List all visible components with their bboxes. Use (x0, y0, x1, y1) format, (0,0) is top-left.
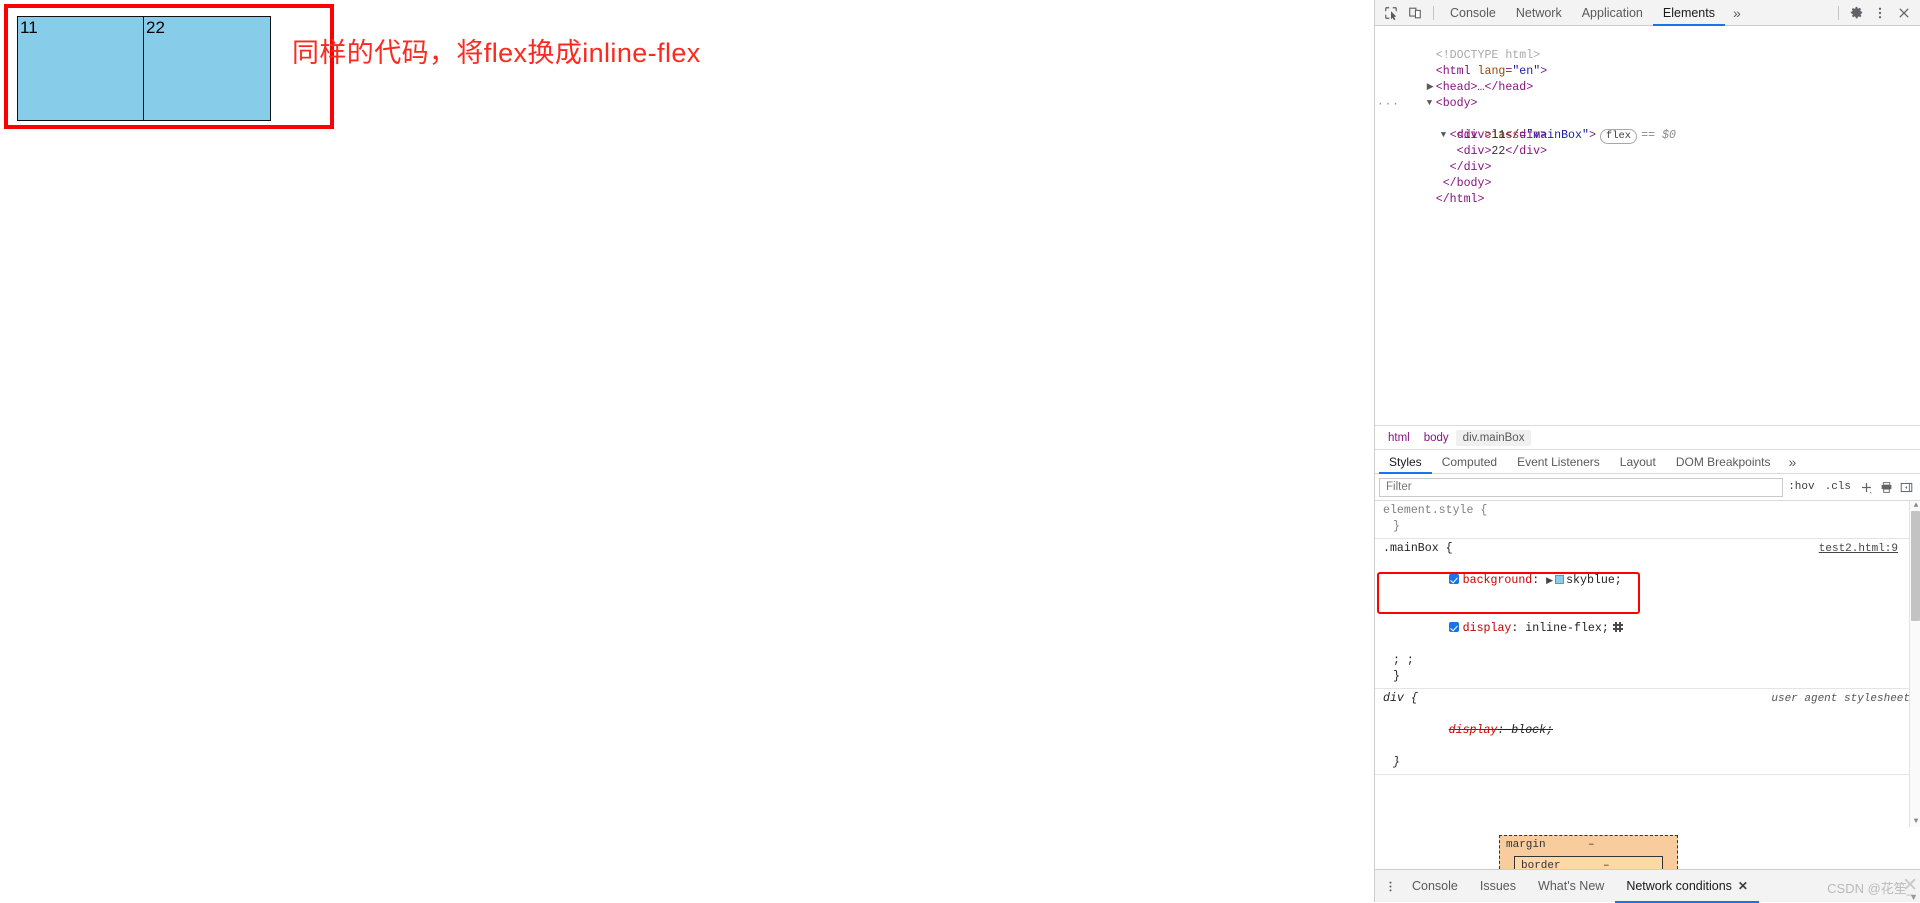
css-source-link[interactable]: test2.html:9 (1819, 541, 1898, 557)
scroll-down-icon[interactable]: ▼ (1909, 892, 1918, 902)
drawer-tab-label: Network conditions (1626, 879, 1732, 893)
tab-network[interactable]: Network (1506, 0, 1572, 26)
box-model-diagram: margin – border – (1375, 827, 1920, 869)
dom-line-html[interactable]: <html lang="en"> (1375, 47, 1920, 78)
breadcrumb-item-body[interactable]: body (1417, 430, 1456, 446)
dom-line-close-div[interactable]: </div> (1375, 143, 1920, 174)
scroll-down-icon[interactable]: ▼ (1912, 818, 1920, 826)
css-rule-div-useragent[interactable]: div { user agent stylesheet display: blo… (1375, 689, 1920, 775)
box-model-border[interactable]: border – (1514, 856, 1663, 869)
close-icon[interactable]: ✕ (1738, 879, 1748, 893)
tab-elements[interactable]: Elements (1653, 0, 1725, 26)
tab-styles[interactable]: Styles (1379, 449, 1432, 474)
css-selector-mainbox[interactable]: .mainBox (1383, 542, 1439, 555)
devtools-toolbar: Console Network Application Elements » (1375, 0, 1920, 26)
dom-line-mainbox[interactable]: ··· ▼ <div class="mainBox"> flex == $0 (1375, 95, 1920, 145)
dom-line-body[interactable]: ▼ <body> (1375, 79, 1920, 110)
box-model-margin[interactable]: margin – border – (1499, 835, 1678, 869)
dom-tree[interactable]: <!DOCTYPE html> <html lang="en"> ▶ <head>… (1375, 26, 1920, 425)
css-rules-pane[interactable]: element.style { } .mainBox { test2.html:… (1375, 501, 1920, 827)
color-swatch[interactable] (1555, 575, 1565, 584)
tab-computed[interactable]: Computed (1432, 449, 1507, 474)
box-model-margin-value[interactable]: – (1588, 839, 1595, 851)
page-highlight-outline: 11 22 (4, 4, 334, 129)
box-model-border-value[interactable]: – (1603, 860, 1610, 869)
css-source-useragent: user agent stylesheet (1771, 693, 1910, 705)
browser-page-viewport: 11 22 同样的代码，将flex换成inline-flex (0, 0, 1374, 902)
devtools-panel: Console Network Application Elements » <… (1374, 0, 1920, 902)
dom-line-close-body[interactable]: </body> (1375, 159, 1920, 190)
toolbar-divider-2 (1838, 5, 1839, 20)
css-declaration-display-block: display: block; (1448, 724, 1554, 737)
device-toolbar-icon[interactable] (1403, 3, 1427, 23)
css-declaration-empty[interactable]: ; ; (1383, 653, 1912, 669)
plus-icon[interactable] (1856, 481, 1876, 494)
scrollbar-thumb[interactable] (1911, 511, 1920, 621)
tab-application[interactable]: Application (1572, 0, 1653, 26)
annotation-text: 同样的代码，将flex换成inline-flex (292, 38, 701, 68)
more-tabs-icon[interactable]: » (1725, 5, 1749, 21)
dom-line-doctype[interactable]: <!DOCTYPE html> (1375, 31, 1920, 62)
dom-line-close-html[interactable]: </html> (1375, 175, 1920, 206)
search-input[interactable] (1379, 477, 1784, 497)
gear-icon[interactable] (1844, 2, 1868, 24)
css-declaration-background[interactable]: background: ▶ skyblue; (1383, 557, 1912, 605)
checkbox-enabled-icon[interactable] (1448, 622, 1459, 632)
css-rule-mainbox[interactable]: .mainBox { test2.html:9 background: ▶ sky… (1375, 539, 1920, 689)
breadcrumb-item-div-mainbox[interactable]: div.mainBox (1455, 429, 1532, 446)
toolbar-divider (1433, 5, 1434, 20)
box-model-border-label: border (1521, 860, 1561, 869)
devtools-drawer: Console Issues What's New Network condit… (1375, 869, 1920, 902)
css-rule-close-brace: } (1393, 670, 1400, 683)
drawer-tab-console[interactable]: Console (1401, 870, 1469, 903)
styles-scrollbar[interactable]: ▲ ▼ (1909, 501, 1920, 827)
css-rule-element-style[interactable]: element.style { } (1375, 501, 1920, 539)
inspect-element-icon[interactable] (1379, 3, 1403, 23)
drawer-tab-issues[interactable]: Issues (1469, 870, 1527, 903)
expand-shorthand-icon[interactable]: ▶ (1546, 576, 1553, 586)
styles-pane-tabs: Styles Computed Event Listeners Layout D… (1375, 449, 1920, 474)
dom-line-child-22[interactable]: <div>22</div> (1375, 127, 1920, 158)
scroll-up-icon[interactable]: ▲ (1912, 502, 1920, 510)
devtools-tab-list: Console Network Application Elements » (1440, 0, 1833, 26)
more-sidebar-tabs-icon[interactable]: » (1781, 454, 1805, 470)
cls-button[interactable]: .cls (1820, 481, 1856, 493)
mainbox-element: 11 22 (17, 16, 271, 121)
tab-dom-breakpoints[interactable]: DOM Breakpoints (1666, 449, 1781, 474)
breadcrumb: html body div.mainBox (1375, 425, 1920, 449)
toggle-sidebar-icon[interactable] (1896, 481, 1916, 494)
flexbox-editor-icon[interactable] (1612, 622, 1623, 632)
styles-filter-row: :hov .cls (1375, 474, 1920, 501)
tab-event-listeners[interactable]: Event Listeners (1507, 449, 1610, 474)
css-rule-close-brace: } (1393, 756, 1400, 769)
dom-line-head[interactable]: ▶ <head>…</head> (1375, 63, 1920, 94)
print-style-icon[interactable] (1876, 481, 1896, 494)
tab-layout[interactable]: Layout (1610, 449, 1666, 474)
mainbox-child-2: 22 (146, 18, 165, 37)
breadcrumb-item-html[interactable]: html (1381, 430, 1417, 446)
vertical-dots-icon[interactable] (1868, 2, 1892, 24)
tab-console[interactable]: Console (1440, 0, 1506, 26)
close-icon[interactable] (1892, 2, 1916, 24)
css-selector-div[interactable]: div (1383, 692, 1404, 705)
toolbar-right-actions (1833, 2, 1916, 24)
checkbox-enabled-icon[interactable] (1448, 574, 1459, 584)
hov-button[interactable]: :hov (1783, 481, 1819, 493)
mainbox-child-1: 11 (18, 17, 144, 120)
box-model-margin-label: margin (1506, 839, 1546, 851)
css-rule-close-brace: } (1393, 520, 1400, 533)
drawer-tab-whats-new[interactable]: What's New (1527, 870, 1615, 903)
watermark: CSDN @花笙_ (1827, 881, 1914, 896)
vertical-dots-icon[interactable] (1379, 880, 1401, 893)
drawer-tab-network-conditions[interactable]: Network conditions ✕ (1615, 870, 1759, 903)
css-declaration-display[interactable]: display: inline-flex; (1383, 605, 1912, 653)
css-selector-element-style[interactable]: element.style (1383, 504, 1473, 517)
dom-line-child-11[interactable]: <div>11</div> (1375, 111, 1920, 142)
